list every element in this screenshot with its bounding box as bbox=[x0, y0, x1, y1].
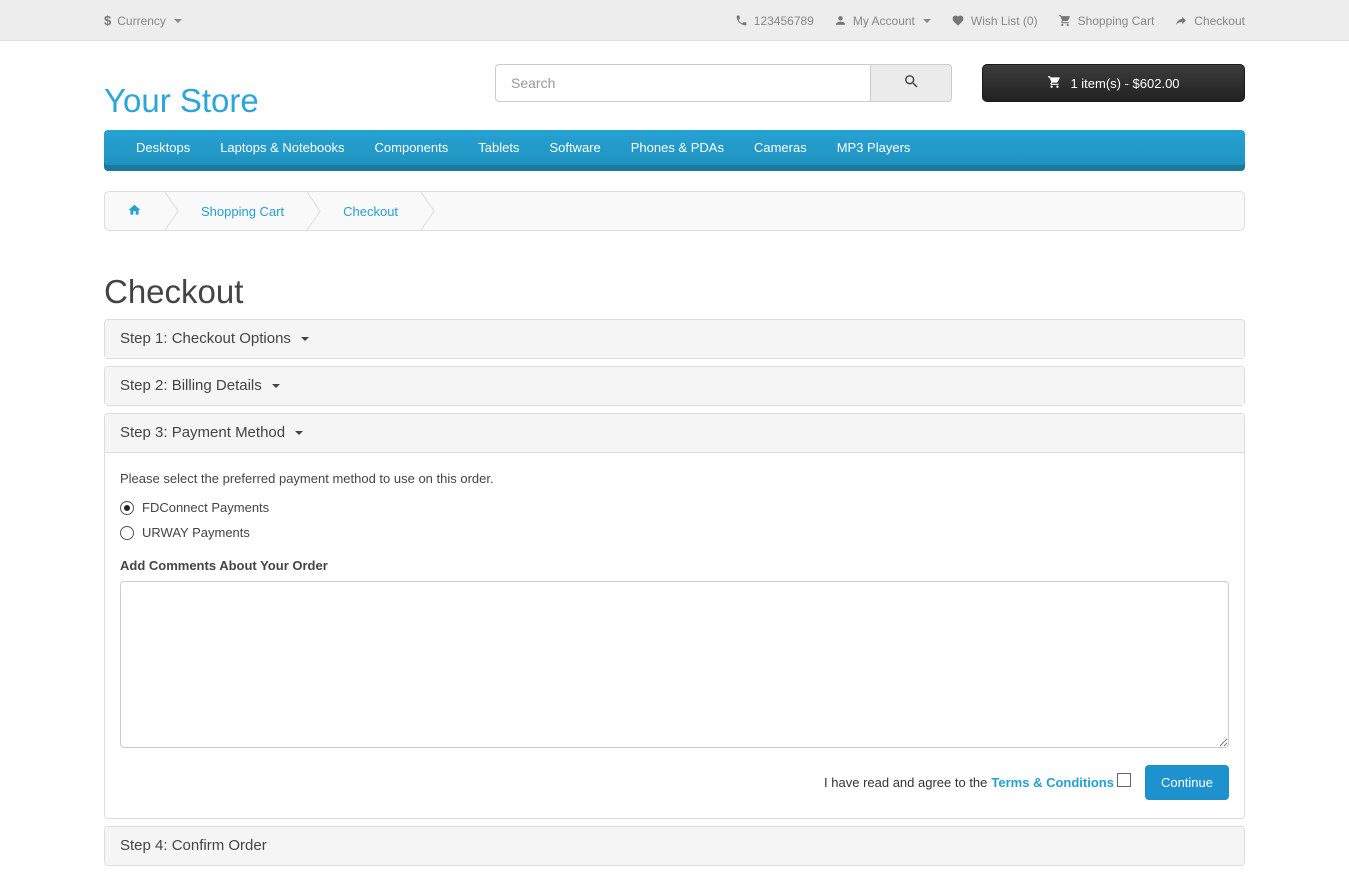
payment-option-label: FDConnect Payments bbox=[142, 500, 269, 515]
search-input[interactable] bbox=[495, 64, 870, 102]
wish-list-label: Wish List (0) bbox=[971, 14, 1038, 28]
step2-title: Step 2: Billing Details bbox=[120, 377, 262, 394]
dollar-icon: $ bbox=[104, 13, 111, 28]
terms-conditions-link[interactable]: Terms & Conditions bbox=[991, 775, 1114, 790]
comments-label: Add Comments About Your Order bbox=[120, 558, 1229, 573]
breadcrumb-shopping-cart[interactable]: Shopping Cart bbox=[179, 204, 306, 219]
shopping-cart-label: Shopping Cart bbox=[1078, 14, 1155, 28]
cart-button-label: 1 item(s) - $602.00 bbox=[1070, 76, 1179, 91]
chevron-down-icon bbox=[295, 431, 303, 435]
panel-step1: Step 1: Checkout Options bbox=[104, 319, 1245, 359]
step4-title: Step 4: Confirm Order bbox=[120, 837, 267, 854]
breadcrumb-separator bbox=[306, 191, 321, 231]
step2-heading[interactable]: Step 2: Billing Details bbox=[105, 367, 1244, 405]
order-comments-textarea[interactable] bbox=[120, 581, 1229, 748]
breadcrumb-separator bbox=[420, 191, 435, 231]
continue-button[interactable]: Continue bbox=[1145, 765, 1229, 800]
checkout-link[interactable]: Checkout bbox=[1174, 14, 1245, 28]
main-navigation: Desktops Laptops & Notebooks Components … bbox=[104, 130, 1245, 171]
nav-item-phones-pdas[interactable]: Phones & PDAs bbox=[616, 130, 739, 166]
step4-heading[interactable]: Step 4: Confirm Order bbox=[105, 827, 1244, 865]
step3-body: Please select the preferred payment meth… bbox=[105, 452, 1244, 818]
heart-icon bbox=[951, 14, 965, 27]
payment-instruction: Please select the preferred payment meth… bbox=[120, 471, 1229, 486]
cart-icon bbox=[1058, 14, 1072, 27]
currency-label: Currency bbox=[117, 14, 166, 28]
nav-item-software[interactable]: Software bbox=[534, 130, 615, 166]
search-group bbox=[495, 64, 952, 102]
wish-list-link[interactable]: Wish List (0) bbox=[951, 14, 1038, 28]
step3-heading[interactable]: Step 3: Payment Method bbox=[105, 414, 1244, 452]
payment-option-label: URWAY Payments bbox=[142, 525, 250, 540]
panel-step2: Step 2: Billing Details bbox=[104, 366, 1245, 406]
home-icon bbox=[127, 203, 142, 220]
nav-item-cameras[interactable]: Cameras bbox=[739, 130, 822, 166]
phone-number: 123456789 bbox=[735, 14, 814, 28]
breadcrumb: Shopping Cart Checkout bbox=[104, 191, 1245, 231]
checkout-label: Checkout bbox=[1194, 14, 1245, 28]
breadcrumb-separator bbox=[164, 191, 179, 231]
agree-checkbox[interactable] bbox=[1117, 773, 1131, 787]
nav-item-mp3-players[interactable]: MP3 Players bbox=[822, 130, 926, 166]
header: Your Store 1 item(s) - $602.00 bbox=[0, 41, 1349, 130]
nav-item-desktops[interactable]: Desktops bbox=[121, 130, 205, 166]
search-icon bbox=[903, 73, 920, 93]
breadcrumb-home[interactable] bbox=[105, 203, 164, 220]
user-icon bbox=[834, 14, 847, 27]
agree-and-continue-row: I have read and agree to the Terms & Con… bbox=[120, 765, 1229, 800]
payment-option-urway[interactable]: URWAY Payments bbox=[120, 525, 1229, 540]
my-account-label: My Account bbox=[853, 14, 915, 28]
payment-option-fdconnect[interactable]: FDConnect Payments bbox=[120, 500, 1229, 515]
agree-text: I have read and agree to the bbox=[824, 775, 987, 790]
chevron-down-icon bbox=[272, 384, 280, 388]
chevron-down-icon bbox=[301, 337, 309, 341]
step1-heading[interactable]: Step 1: Checkout Options bbox=[105, 320, 1244, 358]
topbar: $ Currency 123456789 My Account Wish Lis… bbox=[0, 0, 1349, 41]
chevron-down-icon bbox=[923, 19, 931, 23]
nav-item-components[interactable]: Components bbox=[360, 130, 464, 166]
page-title: Checkout bbox=[104, 273, 1245, 311]
currency-dropdown[interactable]: $ Currency bbox=[104, 13, 182, 28]
store-logo[interactable]: Your Store bbox=[104, 83, 259, 119]
search-button[interactable] bbox=[870, 64, 952, 102]
cart-icon bbox=[1047, 75, 1062, 92]
radio-selected-icon[interactable] bbox=[120, 501, 134, 515]
panel-step4: Step 4: Confirm Order bbox=[104, 826, 1245, 866]
share-arrow-icon bbox=[1174, 14, 1188, 27]
header-cart-button[interactable]: 1 item(s) - $602.00 bbox=[982, 64, 1245, 102]
nav-item-tablets[interactable]: Tablets bbox=[463, 130, 534, 166]
step3-title: Step 3: Payment Method bbox=[120, 424, 285, 441]
nav-item-laptops-notebooks[interactable]: Laptops & Notebooks bbox=[205, 130, 359, 166]
panel-step3: Step 3: Payment Method Please select the… bbox=[104, 413, 1245, 819]
chevron-down-icon bbox=[174, 19, 182, 23]
radio-unselected-icon[interactable] bbox=[120, 526, 134, 540]
my-account-dropdown[interactable]: My Account bbox=[834, 14, 931, 28]
shopping-cart-link[interactable]: Shopping Cart bbox=[1058, 14, 1155, 28]
phone-icon bbox=[735, 14, 748, 27]
step1-title: Step 1: Checkout Options bbox=[120, 330, 291, 347]
breadcrumb-checkout[interactable]: Checkout bbox=[321, 204, 420, 219]
phone-number-text: 123456789 bbox=[754, 14, 814, 28]
